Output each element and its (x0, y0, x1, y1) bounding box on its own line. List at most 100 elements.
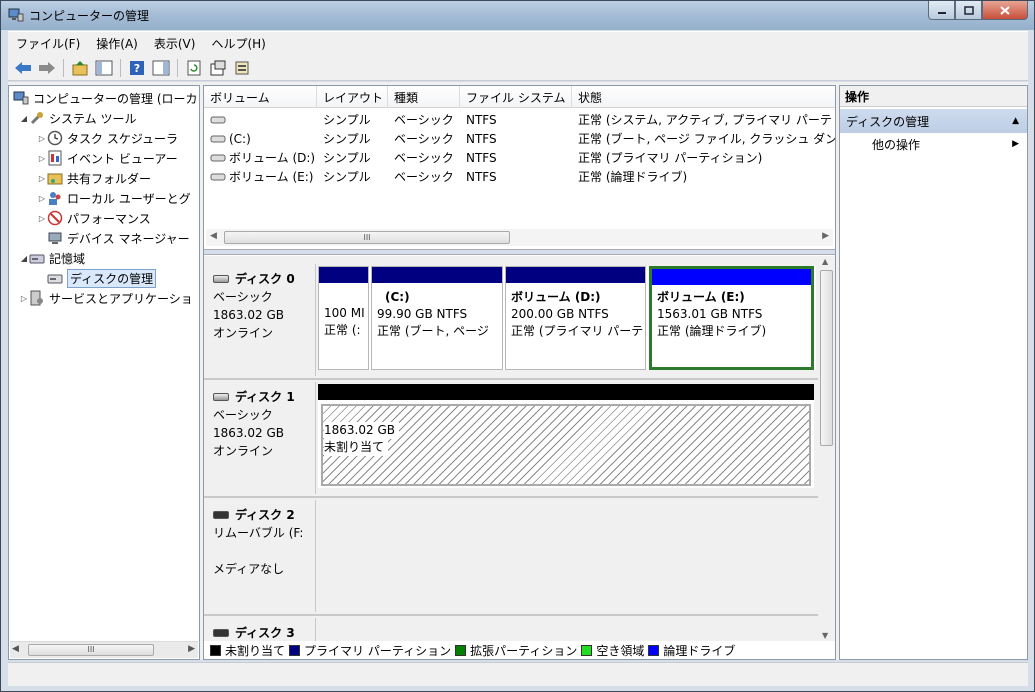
partition-e[interactable]: ボリューム (E:) 1563.01 GB NTFS 正常 (論理ドライブ) (649, 266, 814, 370)
volume-row[interactable]: (C:) シンプル ベーシック NTFS 正常 (ブート, ページ ファイル, クラッシ… (204, 129, 835, 148)
status-bar (8, 662, 1028, 686)
collapse-arrow-icon[interactable]: ◢ (19, 254, 29, 263)
column-header-layout[interactable]: レイアウト (317, 86, 388, 108)
expand-arrow-icon[interactable]: ▷ (37, 194, 47, 203)
volume-row[interactable]: シンプル ベーシック NTFS 正常 (システム, アクティブ, プライマリ パーテ (204, 110, 835, 129)
disk-row: ディスク 0 ベーシック 1863.02 GB オンライン 100 MI 正常 … (204, 264, 818, 376)
services-icon (30, 290, 43, 306)
column-header-type[interactable]: 種類 (388, 86, 460, 108)
tree-item-task-scheduler[interactable]: ▷ タスク スケジューラ (37, 128, 178, 148)
tree-item-label: 共有フォルダー (67, 171, 152, 186)
partition-legend: 未割り当て プライマリ パーティション 拡張パーティション 空き領域 論理ドライ… (206, 642, 833, 659)
performance-icon (47, 210, 63, 226)
show-hide-tree-button[interactable] (93, 57, 115, 79)
help-button[interactable]: ? (126, 57, 148, 79)
close-button[interactable] (982, 1, 1028, 20)
legend-label: 論理ドライブ (663, 644, 736, 658)
type-cell: ベーシック (388, 110, 460, 129)
actions-section-disk-management[interactable]: ディスクの管理 ▲ (840, 109, 1027, 133)
action-more-actions[interactable]: 他の操作 ▶ (840, 133, 1027, 155)
expand-arrow-icon[interactable]: ▷ (19, 294, 29, 303)
disk-info[interactable]: ディスク 1 ベーシック 1863.02 GB オンライン (204, 382, 316, 494)
scroll-up-arrow-icon[interactable]: ▲ (822, 257, 828, 266)
partition-status: 正常 (プライマリ パーテ (511, 324, 643, 338)
cell-text: NTFS (466, 131, 497, 146)
tree-horizontal-scrollbar[interactable]: ◀ III ▶ (10, 641, 198, 658)
tree-item-system-tools[interactable]: ◢ システム ツール (19, 108, 137, 128)
partition-size: 99.90 GB NTFS (377, 307, 468, 321)
app-window: コンピューターの管理 ファイル(F) 操作(A) 表示(V) ヘルプ(H) ? (0, 0, 1035, 692)
column-header-status[interactable]: 状態 (572, 86, 835, 108)
tree-item-event-viewer[interactable]: ▷ イベント ビューアー (37, 148, 178, 168)
scroll-left-arrow-icon[interactable]: ◀ (210, 231, 217, 241)
forward-button[interactable] (36, 57, 58, 79)
scroll-left-arrow-icon[interactable]: ◀ (12, 644, 19, 654)
refresh-button[interactable] (183, 57, 205, 79)
menu-file[interactable]: ファイル(F) (8, 35, 88, 52)
cell-text: シンプル (323, 170, 371, 184)
disk-settings-button[interactable] (231, 57, 253, 79)
scroll-right-arrow-icon[interactable]: ▶ (188, 644, 195, 654)
expand-arrow-icon[interactable]: ▷ (37, 214, 47, 223)
partition-system[interactable]: 100 MI 正常 (: (318, 266, 369, 370)
tree-item-label: システム ツール (49, 111, 137, 126)
layout-cell: シンプル (317, 110, 388, 129)
tree-item-performance[interactable]: ▷ パフォーマンス (37, 208, 151, 228)
up-folder-button[interactable] (69, 57, 91, 79)
tree-item-label: デバイス マネージャー (67, 231, 190, 246)
tree-item-disk-management[interactable]: ディスクの管理 (47, 268, 157, 288)
back-button[interactable] (12, 57, 34, 79)
tree-item-label: イベント ビューアー (67, 151, 178, 166)
disk-type: ベーシック (213, 290, 273, 304)
folder-up-icon (72, 60, 88, 75)
minimize-button[interactable] (928, 1, 955, 20)
tree-item-local-users[interactable]: ▷ ローカル ユーザーとグ (37, 188, 191, 208)
volume-drive-icon (210, 116, 226, 123)
menu-action[interactable]: 操作(A) (88, 35, 146, 52)
scroll-thumb[interactable]: III (28, 644, 154, 656)
expand-arrow-icon[interactable]: ▷ (37, 154, 47, 163)
partition-d[interactable]: ボリューム (D:) 200.00 GB NTFS 正常 (プライマリ パーテ (505, 266, 646, 370)
disk-icon (213, 275, 229, 283)
menu-view[interactable]: 表示(V) (146, 35, 204, 52)
tree-item-root[interactable]: コンピューターの管理 (ローカ (13, 88, 198, 108)
show-hide-action-pane-button[interactable] (150, 57, 172, 79)
tree-item-services-apps[interactable]: ▷ サービスとアプリケーショ (19, 288, 193, 308)
expand-arrow-icon[interactable]: ▷ (37, 174, 47, 183)
storage-icon (29, 254, 45, 264)
disk-name: ディスク 2 (235, 508, 295, 522)
column-header-filesystem[interactable]: ファイル システム (460, 86, 572, 108)
disk-info[interactable]: ディスク 0 ベーシック 1863.02 GB オンライン (204, 264, 316, 376)
expand-arrow-icon[interactable]: ▷ (37, 134, 47, 143)
cell-text: ボリューム (E:) (229, 170, 314, 184)
tree-item-storage[interactable]: ◢ 記憶域 (19, 248, 85, 268)
scroll-down-arrow-icon[interactable]: ▼ (822, 631, 828, 640)
volume-row[interactable]: ボリューム (D:) シンプル ベーシック NTFS 正常 (プライマリ パーティション… (204, 148, 835, 167)
disk-view-vertical-scrollbar[interactable]: ▲ ▼ (818, 256, 835, 641)
title-bar[interactable]: コンピューターの管理 (1, 1, 1034, 30)
pane-splitter[interactable] (204, 249, 835, 255)
column-header-volume[interactable]: ボリューム (204, 86, 317, 108)
partition-unallocated[interactable]: 1863.02 GB 未割り当て (318, 384, 814, 488)
toolbar-separator (177, 58, 178, 77)
scroll-thumb[interactable]: III (224, 231, 510, 244)
volume-list-horizontal-scrollbar[interactable]: ◀ III ▶ (206, 229, 833, 246)
collapse-arrow-icon[interactable]: ◢ (19, 114, 29, 123)
disk-info[interactable]: ディスク 2 リムーバブル (F: メディアなし (204, 500, 316, 612)
disk-management-pane: ボリューム レイアウト 種類 ファイル システム 状態 シンプル ベーシック NTF… (203, 85, 836, 660)
tree-item-label: コンピューターの管理 (ローカ (33, 91, 198, 106)
properties-button[interactable] (207, 57, 229, 79)
partition-c[interactable]: (C:) 99.90 GB NTFS 正常 (ブート, ページ (371, 266, 503, 370)
disk-size: 1863.02 GB (213, 426, 284, 440)
menu-help[interactable]: ヘルプ(H) (203, 35, 273, 52)
legend-label: 未割り当て (225, 644, 286, 658)
filesystem-cell: NTFS (460, 129, 572, 148)
disk-info[interactable]: ディスク 3 (204, 618, 316, 641)
collapse-up-icon[interactable]: ▲ (1012, 116, 1019, 126)
scroll-right-arrow-icon[interactable]: ▶ (822, 231, 829, 241)
maximize-button[interactable] (955, 1, 982, 20)
scroll-thumb[interactable] (820, 270, 833, 446)
volume-row[interactable]: ボリューム (E:) シンプル ベーシック NTFS 正常 (論理ドライブ) (204, 167, 835, 186)
tree-item-device-manager[interactable]: デバイス マネージャー (47, 228, 190, 248)
tree-item-shared-folders[interactable]: ▷ 共有フォルダー (37, 168, 151, 188)
